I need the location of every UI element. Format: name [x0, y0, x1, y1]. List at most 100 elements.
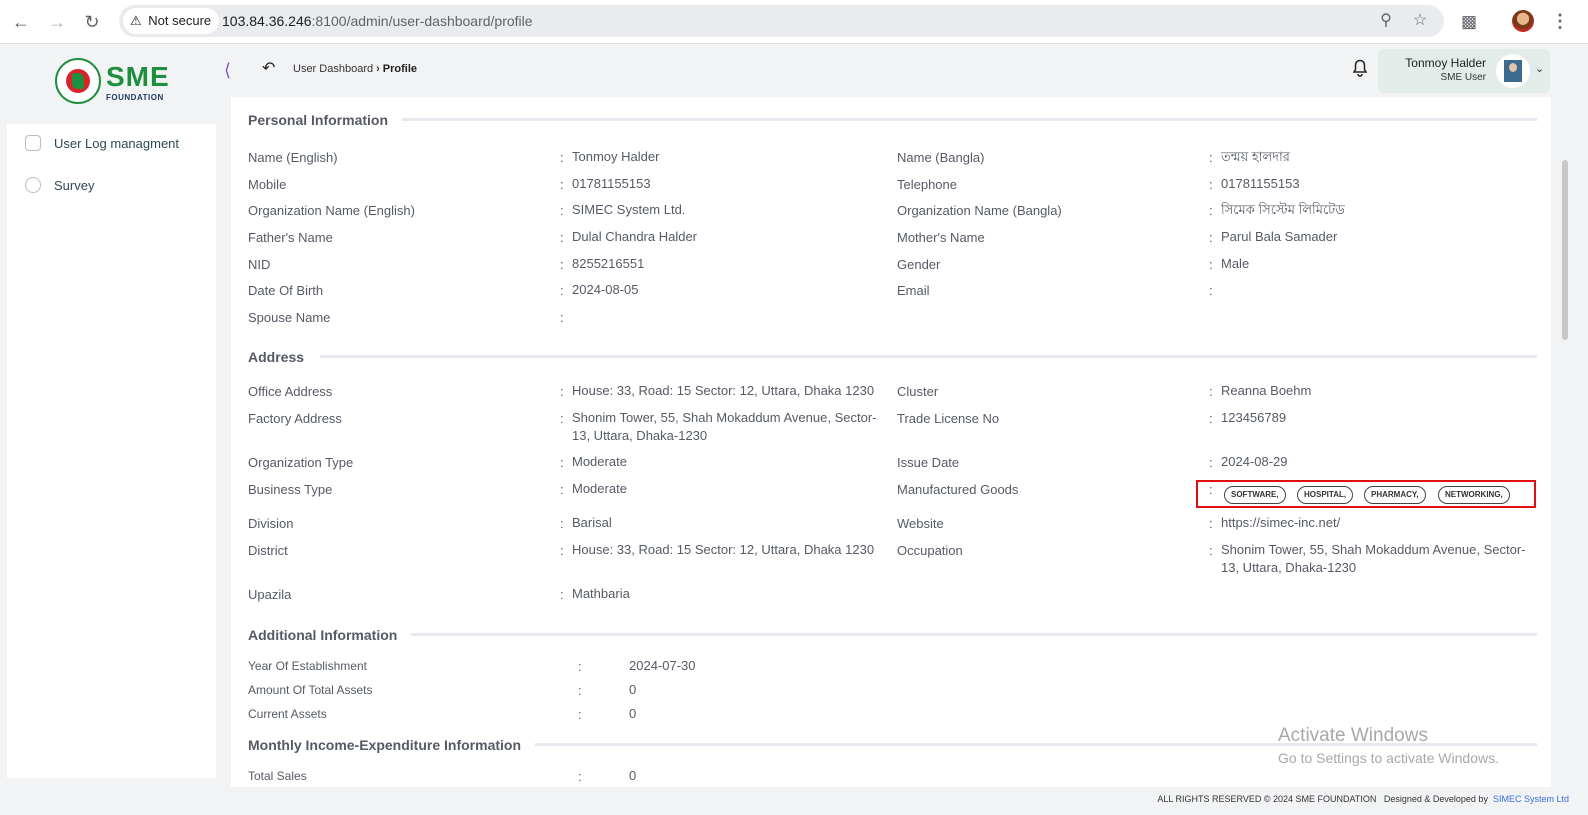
colon: : [578, 707, 582, 722]
colon: : [560, 257, 564, 272]
chevron-down-icon: ⌄ [1535, 63, 1545, 75]
section-divider [320, 355, 1537, 358]
security-label: Not secure [148, 13, 212, 28]
zoom-icon[interactable]: ⚲ [1374, 9, 1398, 33]
footer-designed: Designed & Developed by [1383, 794, 1488, 804]
field-label: Father's Name [248, 230, 333, 245]
colon: : [578, 659, 582, 674]
avatar [1496, 54, 1530, 88]
field-label: Manufactured Goods [897, 482, 1019, 497]
field-label: District [248, 543, 288, 558]
field-label: Office Address [248, 384, 333, 399]
section-title-personal: Personal Information [248, 112, 403, 128]
colon: : [578, 769, 582, 784]
field-label: Organization Name (Bangla) [897, 203, 1062, 218]
log-icon [25, 135, 41, 151]
colon: : [1209, 150, 1213, 165]
sidebar-collapse-icon[interactable]: ⟨ [224, 60, 231, 80]
breadcrumb-parent[interactable]: User Dashboard [293, 63, 373, 75]
field-label: Current Assets [248, 707, 327, 721]
colon: : [1209, 384, 1213, 399]
colon: : [1209, 455, 1213, 470]
app-header: SME FOUNDATION ⟨ ↶ User Dashboard › Profil… [0, 45, 1588, 104]
field-label: Date Of Birth [248, 283, 324, 298]
field-label: Mobile [248, 177, 287, 192]
section-title-monthly: Monthly Income-Expenditure Information [248, 737, 536, 753]
field-value: Dulal Chandra Halder [572, 229, 698, 244]
back-arrow-icon[interactable]: ← [9, 10, 33, 34]
pie-chart-icon [25, 177, 41, 193]
field-value: House: 33, Road: 15 Sector: 12, Uttara, … [572, 542, 875, 557]
field-label: Total Sales [248, 769, 307, 783]
user-menu[interactable]: Tonmoy Halder SME User ⌄ [1378, 49, 1550, 93]
field-label: Spouse Name [248, 310, 331, 325]
colon: : [560, 230, 564, 245]
page-scrollbar[interactable] [1562, 160, 1568, 340]
colon: : [1209, 482, 1213, 497]
field-value: Tonmoy Halder [572, 149, 660, 164]
footer-company-link[interactable]: SIMEC System Ltd [1493, 794, 1569, 804]
field-label: Issue Date [897, 455, 960, 470]
star-icon[interactable]: ☆ [1408, 9, 1432, 33]
forward-arrow-icon[interactable]: → [45, 10, 69, 34]
field-label: Email [897, 283, 930, 298]
field-value: সিমেক সিস্টেম লিমিটেড [1221, 202, 1345, 217]
field-value: Parul Bala Samader [1221, 229, 1338, 244]
field-value: Moderate [572, 481, 627, 496]
sidebar-item-user-log[interactable]: User Log managment [7, 128, 216, 160]
field-value: Moderate [572, 454, 627, 469]
breadcrumb: User Dashboard › Profile [293, 63, 417, 75]
colon: : [560, 283, 564, 298]
goods-chip: HOSPITAL, [1297, 486, 1354, 504]
colon: : [560, 384, 564, 399]
field-value: 01781155153 [572, 176, 651, 191]
field-label: Website [897, 516, 944, 531]
field-value: 123456789 [1221, 410, 1287, 425]
sme-foundation-logo[interactable]: SME FOUNDATION [55, 58, 170, 106]
chevron-right-icon: › [376, 63, 380, 75]
security-chip[interactable]: ⚠ Not secure [123, 8, 220, 34]
colon: : [1209, 257, 1213, 272]
colon: : [560, 411, 564, 426]
field-value: SIMEC System Ltd. [572, 202, 686, 217]
notification-bell-icon[interactable] [1352, 59, 1372, 81]
field-label: Name (Bangla) [897, 150, 985, 165]
colon: : [578, 683, 582, 698]
extensions-icon[interactable]: ▩ [1457, 10, 1481, 34]
colon: : [1209, 411, 1213, 426]
reload-icon[interactable]: ↻ [80, 10, 104, 34]
colon: : [1209, 516, 1213, 531]
colon: : [1209, 203, 1213, 218]
field-value: Shonim Tower, 55, Shah Mokaddum Avenue, … [1221, 542, 1526, 575]
field-value: Barisal [572, 515, 612, 530]
section-title-additional: Additional Information [248, 627, 412, 643]
goods-chip: SOFTWARE, [1224, 486, 1286, 504]
field-label: Factory Address [248, 411, 342, 426]
warning-icon: ⚠ [130, 13, 142, 28]
website-link[interactable]: https://simec-inc.net/ [1221, 514, 1340, 532]
goods-chip: NETWORKING, [1438, 486, 1510, 504]
field-label: Trade License No [897, 411, 1000, 426]
colon: : [1209, 230, 1213, 245]
colon: : [560, 482, 564, 497]
user-name: Tonmoy Halder [1405, 56, 1486, 70]
undo-back-icon[interactable]: ↶ [262, 59, 275, 79]
address-bar[interactable]: ⚠ Not secure 103.84.36.246:8100/admin/us… [119, 5, 1444, 37]
colon: : [560, 150, 564, 165]
browser-toolbar: ← → ↻ ⚠ Not secure 103.84.36.246:8100/ad… [0, 0, 1588, 44]
field-label: Amount Of Total Assets [248, 683, 373, 697]
footer-rights: ALL RIGHTS RESERVED © 2024 SME FOUNDATIO… [1157, 794, 1377, 804]
colon: : [560, 310, 564, 325]
field-label: Upazila [248, 587, 292, 602]
sidebar-item-survey[interactable]: Survey [7, 170, 216, 202]
section-divider [411, 633, 1537, 636]
field-value: 2024-08-05 [572, 282, 639, 297]
browser-menu-icon[interactable]: ⋮ [1551, 10, 1569, 34]
field-label: Name (English) [248, 150, 338, 165]
browser-profile-avatar[interactable] [1512, 10, 1534, 32]
field-value: Male [1221, 256, 1250, 271]
field-label: Year Of Establishment [248, 659, 367, 673]
field-label: Gender [897, 257, 941, 272]
section-title-address: Address [248, 349, 319, 365]
url-text[interactable]: 103.84.36.246:8100/admin/user-dashboard/… [222, 5, 533, 37]
